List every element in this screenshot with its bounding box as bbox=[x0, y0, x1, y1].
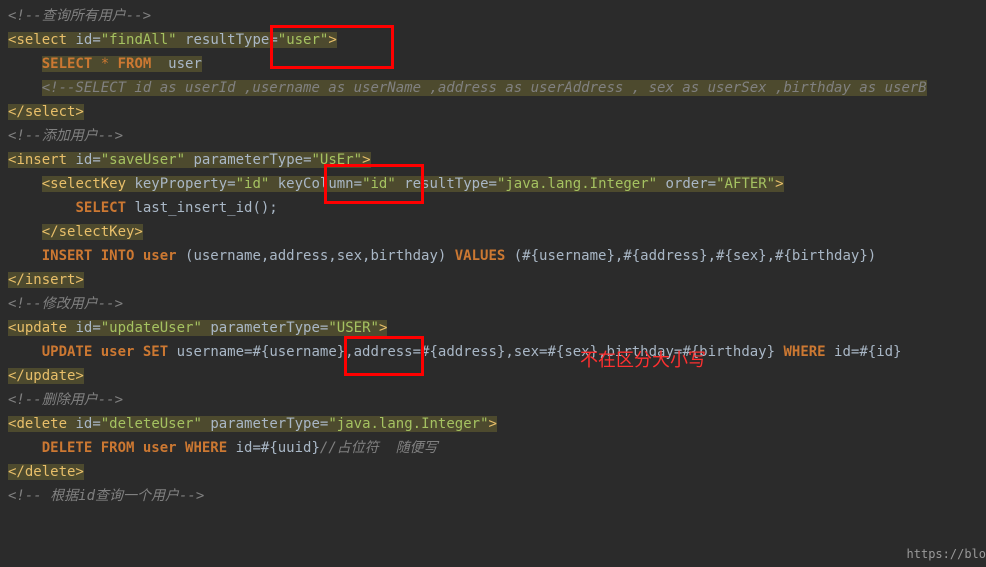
code-line: DELETE FROM user WHERE id=#{uuid}//占位符 随… bbox=[0, 436, 986, 460]
annotation-text: 不在区分大小写 bbox=[580, 345, 706, 377]
code-line: INSERT INTO user (username,address,sex,b… bbox=[0, 244, 986, 268]
code-line: <delete id="deleteUser" parameterType="j… bbox=[0, 412, 986, 436]
code-line: </select> bbox=[0, 100, 986, 124]
code-line: <insert id="saveUser" parameterType="UsE… bbox=[0, 148, 986, 172]
code-line: <!--SELECT id as userId ,username as use… bbox=[0, 76, 986, 100]
code-line: </delete> bbox=[0, 460, 986, 484]
code-line: <update id="updateUser" parameterType="U… bbox=[0, 316, 986, 340]
code-line: UPDATE user SET username=#{username},add… bbox=[0, 340, 986, 364]
comment: <!--查询所有用户--> bbox=[8, 8, 151, 24]
code-line: <!--添加用户--> bbox=[0, 124, 986, 148]
code-line: <select id="findAll" resultType="user"> bbox=[0, 28, 986, 52]
code-line: <!-- 根据id查询一个用户--> bbox=[0, 484, 986, 508]
code-line: </insert> bbox=[0, 268, 986, 292]
code-line: <!--查询所有用户--> bbox=[0, 4, 986, 28]
code-line: SELECT last_insert_id(); bbox=[0, 196, 986, 220]
code-line: <selectKey keyProperty="id" keyColumn="i… bbox=[0, 172, 986, 196]
code-line: </update> bbox=[0, 364, 986, 388]
code-line: SELECT * FROM user bbox=[0, 52, 986, 76]
watermark: https://blo bbox=[907, 544, 986, 565]
code-line: <!--修改用户--> bbox=[0, 292, 986, 316]
code-line: </selectKey> bbox=[0, 220, 986, 244]
code-line: <!--删除用户--> bbox=[0, 388, 986, 412]
